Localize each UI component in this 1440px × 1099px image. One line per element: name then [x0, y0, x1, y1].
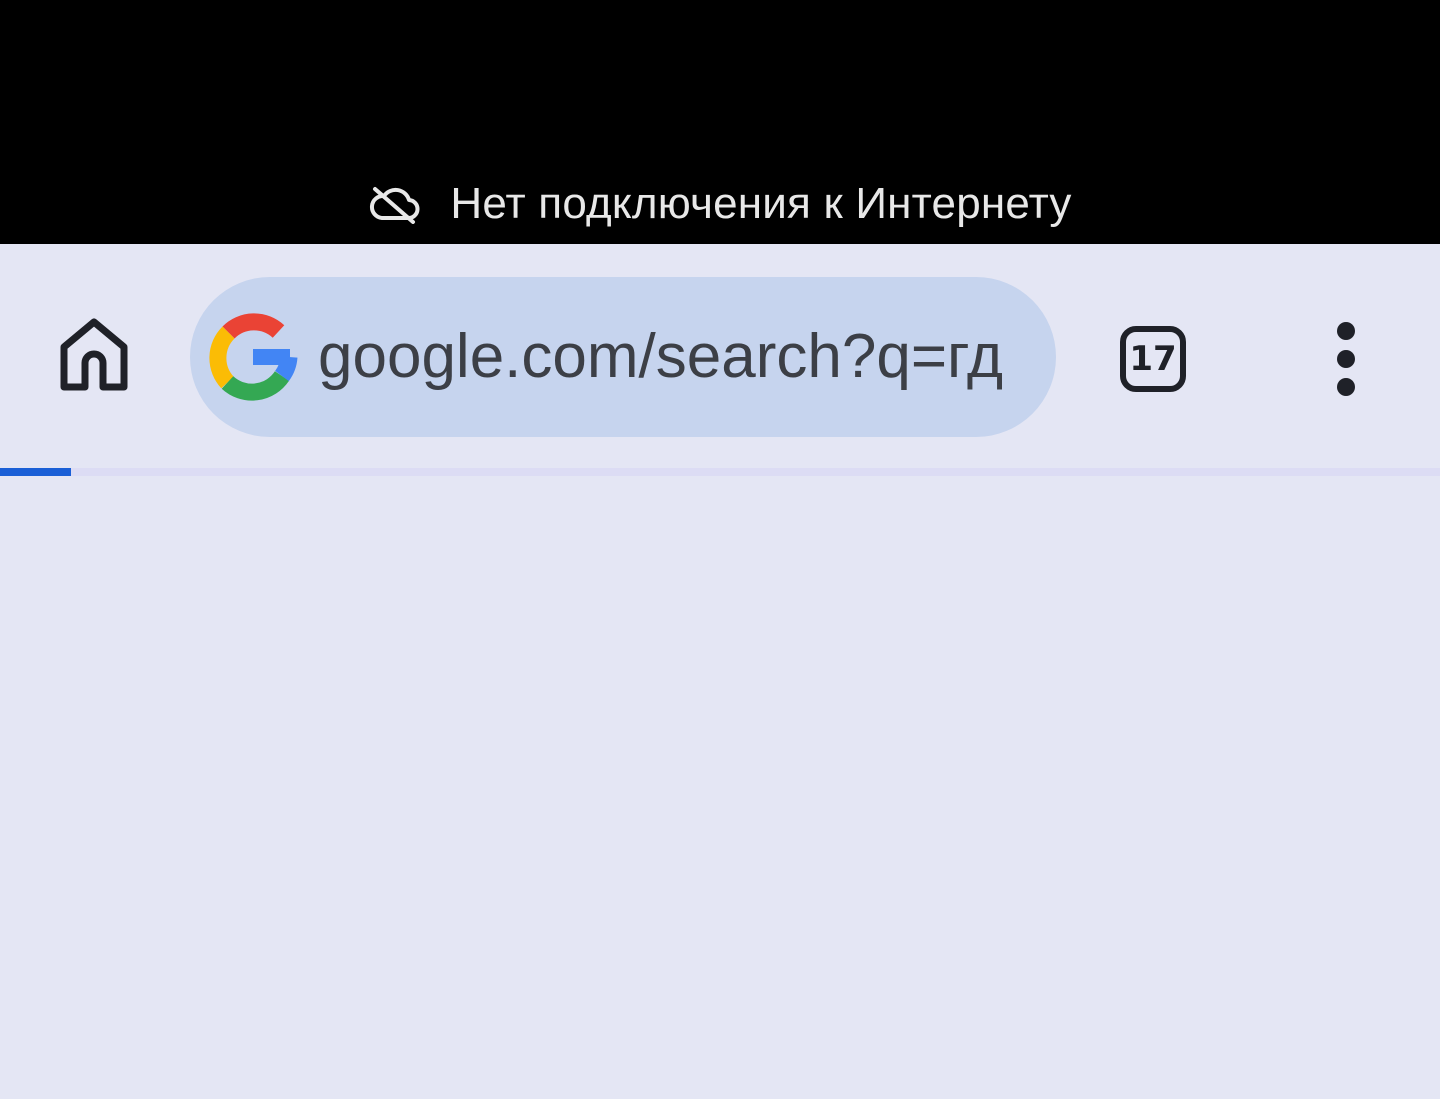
page-content — [0, 476, 1440, 1099]
cloud-off-icon — [368, 184, 420, 224]
home-icon — [59, 317, 129, 396]
tab-switcher-button[interactable]: 17 — [1108, 314, 1198, 404]
menu-dot — [1337, 322, 1355, 340]
menu-dot — [1337, 378, 1355, 396]
url-text: google.com/search?q=гд — [318, 322, 1004, 391]
home-button[interactable] — [52, 314, 136, 398]
google-g-icon — [208, 312, 298, 402]
offline-message: Нет подключения к Интернету — [450, 179, 1072, 228]
progress-fill — [0, 468, 71, 476]
omnibox[interactable]: google.com/search?q=гд — [190, 277, 1056, 437]
browser-toolbar: google.com/search?q=гд 17 — [0, 244, 1440, 472]
tab-count: 17 — [1120, 326, 1186, 392]
offline-banner: Нет подключения к Интернету — [0, 0, 1440, 244]
page-load-progress-bar — [0, 468, 1440, 476]
more-vert-icon[interactable] — [1306, 314, 1386, 404]
menu-dot — [1337, 350, 1355, 368]
offline-banner-content: Нет подключения к Интернету — [0, 172, 1440, 236]
